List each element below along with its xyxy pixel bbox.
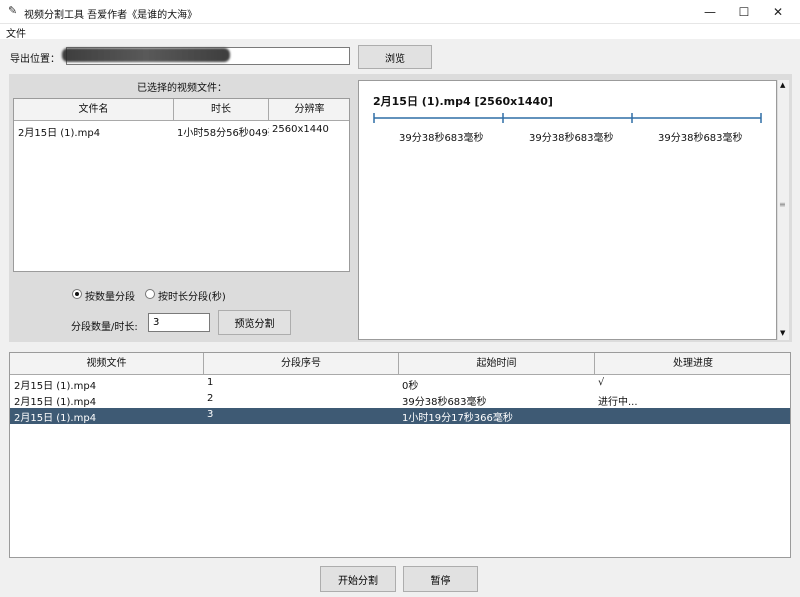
menu-file[interactable]: 文件 <box>6 25 26 40</box>
menu-bar: 文件 <box>0 24 800 40</box>
title-bar: ✎ 视频分割工具 吾爱作者《是谁的大海》 — ☐ ✕ <box>0 0 800 24</box>
col-header-video-file[interactable]: 视频文件 <box>10 353 204 375</box>
preview-panel: 2月15日 (1).mp4 [2560x1440] 39分38秒683毫秒 39… <box>355 74 792 342</box>
browse-button[interactable]: 浏览 <box>358 45 432 69</box>
scroll-grip-icon[interactable]: ≡ <box>779 200 786 209</box>
task-index: 2 <box>207 393 214 404</box>
task-index: 1 <box>207 377 214 388</box>
pause-button[interactable]: 暂停 <box>403 566 478 592</box>
task-row[interactable]: 2月15日 (1).mp4 1 0秒 √ <box>10 376 790 392</box>
task-table[interactable]: 视频文件 分段序号 起始时间 处理进度 2月15日 (1).mp4 1 0秒 √… <box>9 352 791 558</box>
task-start: 0秒 <box>402 381 419 392</box>
task-row[interactable]: 2月15日 (1).mp4 2 39分38秒683毫秒 进行中... <box>10 392 790 408</box>
radio-by-duration[interactable] <box>145 289 155 299</box>
table-row[interactable]: 2月15日 (1).mp4 1小时58分56秒049毫 2560x1440 <box>14 124 349 140</box>
col-header-duration[interactable]: 时长 <box>174 99 269 121</box>
selected-files-panel: 已选择的视频文件： 文件名 时长 分辨率 2月15日 (1).mp4 1小时58… <box>9 74 355 342</box>
radio-by-count[interactable] <box>72 289 82 299</box>
task-file: 2月15日 (1).mp4 <box>14 397 97 408</box>
scroll-up-icon[interactable]: ▲ <box>780 81 785 89</box>
close-icon: ✕ <box>772 5 784 19</box>
split-count-input[interactable] <box>148 313 210 332</box>
scroll-down-icon[interactable]: ▼ <box>780 329 785 337</box>
task-file: 2月15日 (1).mp4 <box>14 381 97 392</box>
task-index: 3 <box>207 409 214 420</box>
segment-label-1: 39分38秒683毫秒 <box>399 133 484 144</box>
preview-split-button[interactable]: 预览分割 <box>218 310 291 335</box>
minimize-icon: — <box>704 5 716 19</box>
cell-filename: 2月15日 (1).mp4 <box>18 128 101 139</box>
redacted-path <box>62 48 230 62</box>
close-button[interactable]: ✕ <box>756 0 800 24</box>
maximize-icon: ☐ <box>738 5 750 19</box>
col-header-filename[interactable]: 文件名 <box>14 99 174 121</box>
start-split-button[interactable]: 开始分割 <box>320 566 396 592</box>
selected-files-table[interactable]: 文件名 时长 分辨率 2月15日 (1).mp4 1小时58分56秒049毫 2… <box>13 98 350 272</box>
radio-by-count-label[interactable]: 按数量分段 <box>85 288 135 303</box>
task-start: 1小时19分17秒366毫秒 <box>402 413 513 424</box>
col-header-resolution[interactable]: 分辨率 <box>269 99 349 121</box>
cell-resolution: 2560x1440 <box>272 124 329 135</box>
cell-duration: 1小时58分56秒049毫 <box>177 128 269 139</box>
preview-timeline <box>373 113 762 123</box>
selected-files-title: 已选择的视频文件： <box>137 83 227 94</box>
feather-icon: ✎ <box>8 4 18 17</box>
task-progress: √ <box>598 377 605 388</box>
task-row-selected[interactable]: 2月15日 (1).mp4 3 1小时19分17秒366毫秒 <box>10 408 790 424</box>
segment-label-3: 39分38秒683毫秒 <box>658 133 743 144</box>
task-file: 2月15日 (1).mp4 <box>14 413 97 424</box>
preview-canvas: 2月15日 (1).mp4 [2560x1440] 39分38秒683毫秒 39… <box>358 80 777 340</box>
task-progress: 进行中... <box>598 397 638 408</box>
export-label: 导出位置： <box>10 54 60 65</box>
radio-by-duration-label[interactable]: 按时长分段(秒) <box>158 288 226 303</box>
col-header-progress[interactable]: 处理进度 <box>595 353 790 375</box>
task-start: 39分38秒683毫秒 <box>402 397 487 408</box>
col-header-start-time[interactable]: 起始时间 <box>399 353 595 375</box>
split-count-label: 分段数量/时长: <box>71 322 138 333</box>
segment-label-2: 39分38秒683毫秒 <box>529 133 614 144</box>
window-title: 视频分割工具 吾爱作者《是谁的大海》 <box>24 10 198 21</box>
preview-scrollbar[interactable]: ▲ ≡ ▼ <box>777 80 789 340</box>
col-header-segment-index[interactable]: 分段序号 <box>204 353 399 375</box>
